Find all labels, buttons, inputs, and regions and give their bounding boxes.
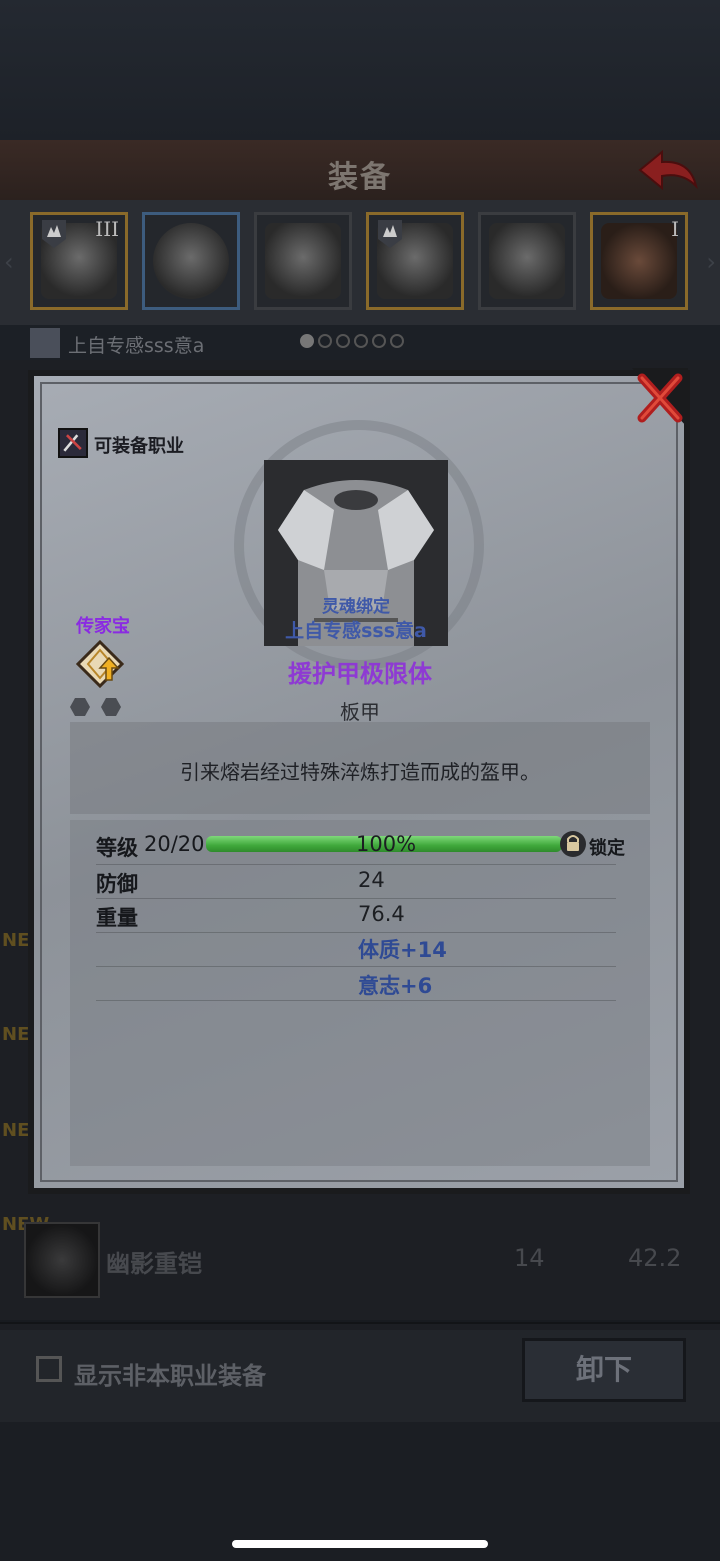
bonus-will: 意志+6 — [358, 974, 433, 998]
defense-value: 24 — [358, 868, 385, 892]
item-name: 援护甲极限体 — [288, 660, 432, 688]
page-dot — [336, 334, 350, 348]
page-dot — [354, 334, 368, 348]
weight-label: 重量 — [96, 906, 138, 930]
level-progress-percent: 100% — [356, 832, 417, 856]
slot-book[interactable]: I — [590, 212, 688, 310]
item-type: 板甲 — [340, 700, 380, 724]
unequip-button[interactable]: 卸下 — [522, 1338, 686, 1402]
lock-icon[interactable] — [560, 830, 586, 858]
lock-label[interactable]: 锁定 — [589, 834, 625, 860]
slot-boots[interactable] — [478, 212, 576, 310]
item-description: 引来熔岩经过特殊淬炼打造而成的盔甲。 — [180, 760, 540, 784]
page-dot — [300, 334, 314, 348]
soul-bound-label: 灵魂绑定 — [322, 597, 390, 617]
back-arrow-icon[interactable] — [636, 146, 700, 194]
show-other-class-checkbox[interactable] — [36, 1356, 62, 1382]
class-emblem-icon — [378, 220, 402, 248]
level-value: 20/20 — [144, 832, 205, 856]
page-title: 装备 — [328, 160, 392, 195]
class-emblem-icon — [42, 220, 66, 248]
weight-value: 76.4 — [358, 902, 405, 926]
defense-label: 防御 — [96, 872, 138, 896]
avatar — [30, 328, 60, 358]
book-icon — [601, 223, 677, 299]
chevron-right-icon[interactable]: › — [706, 248, 716, 276]
equippable-class-label: 可装备职业 — [94, 436, 184, 457]
slot-weapon[interactable]: III — [30, 212, 128, 310]
equipment-slots-bar: III I — [0, 200, 720, 325]
close-icon[interactable] — [632, 368, 688, 428]
page-dots — [300, 334, 404, 348]
header-bar: 装备 — [0, 140, 720, 202]
bonus-constitution: 体质+14 — [358, 938, 447, 962]
character-name: 上自专感sss意a — [68, 335, 205, 357]
class-icon — [58, 428, 88, 458]
top-background — [0, 0, 720, 140]
page-dot — [318, 334, 332, 348]
page-dot — [372, 334, 386, 348]
level-label: 等级 — [96, 836, 138, 860]
boots-icon — [489, 223, 565, 299]
heirloom-label: 传家宝 — [76, 616, 130, 637]
page-dot — [390, 334, 404, 348]
owner-name: 上自专感sss意a — [285, 620, 427, 642]
slot-armor[interactable] — [366, 212, 464, 310]
chevron-left-icon[interactable]: ‹ — [4, 248, 14, 276]
helmet-icon — [265, 223, 341, 299]
slot-helmet[interactable] — [254, 212, 352, 310]
home-indicator[interactable] — [232, 1540, 488, 1548]
slot-shield[interactable] — [142, 212, 240, 310]
shield-icon — [153, 223, 229, 299]
show-other-class-label: 显示非本职业装备 — [74, 1362, 266, 1390]
